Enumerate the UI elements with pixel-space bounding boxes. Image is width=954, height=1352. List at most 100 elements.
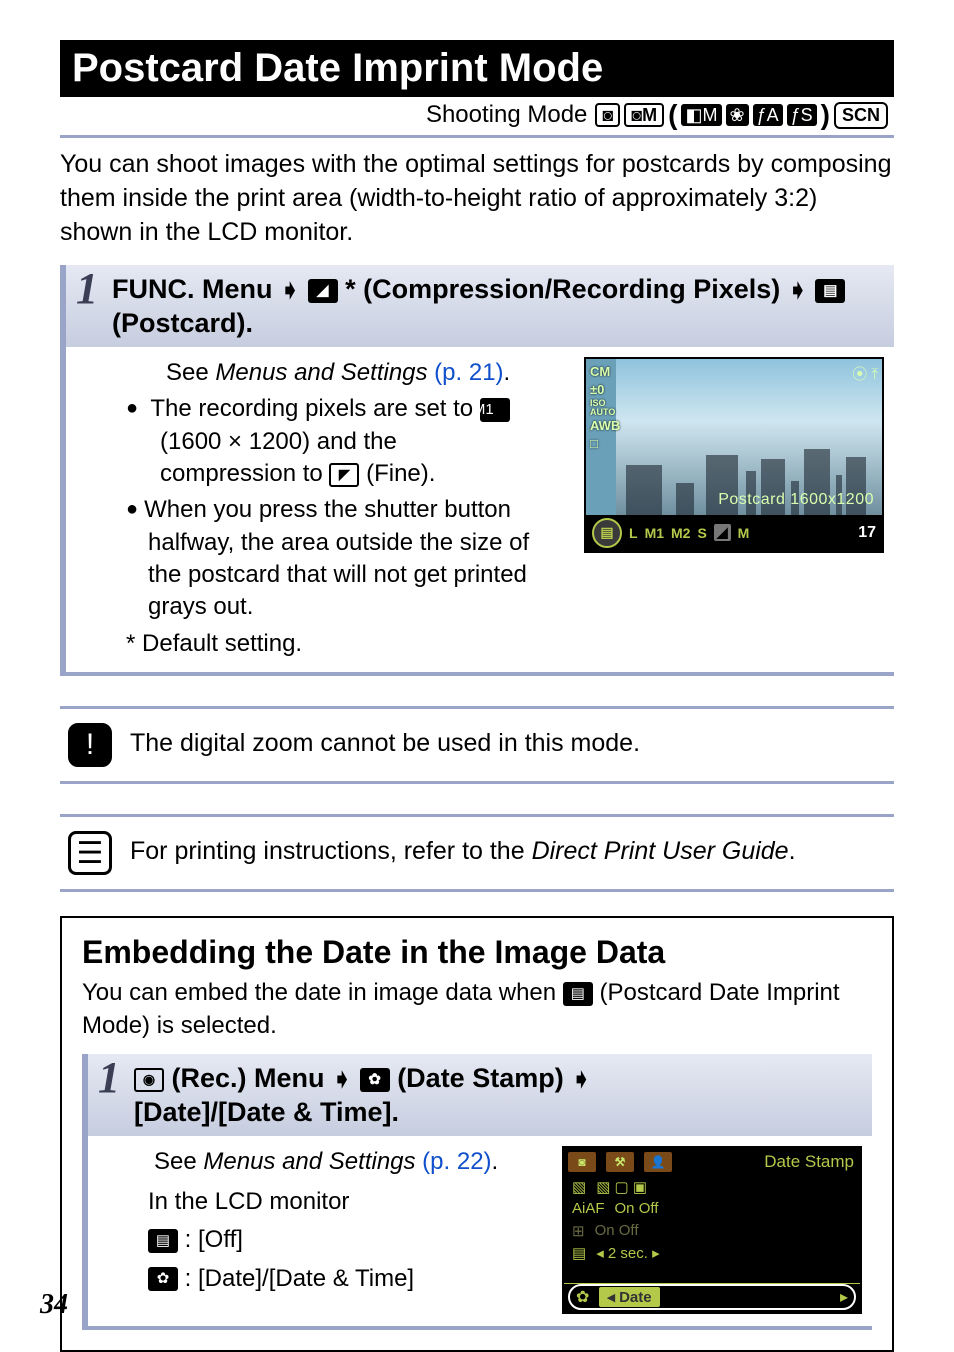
- arrow-icon: ➧: [280, 277, 300, 304]
- lcd-shots-left: 17: [858, 524, 876, 542]
- lcd-left-cm: CM: [590, 363, 620, 381]
- postcard-mode-icon: ▤: [815, 279, 845, 303]
- fine-icon: ◤: [329, 463, 359, 487]
- note-callout: ☰ For printing instructions, refer to th…: [60, 814, 894, 892]
- step1-title-mid: * (Compression/Recording Pixels): [345, 274, 788, 304]
- paren-close-icon: ): [821, 101, 830, 129]
- lcd-postcard-label: Postcard 1600x1200: [718, 491, 874, 509]
- date-stamp-icon: ✿: [148, 1267, 178, 1291]
- lcd-intro: In the LCD monitor: [148, 1186, 546, 1218]
- menu-row-0: ▧ ▧ ▢ ▣: [568, 1176, 856, 1198]
- sub-step-1-header: 1 ◉ (Rec.) Menu ➧ ✿ (Date Stamp) ➧ [Date…: [88, 1054, 872, 1136]
- lcd-left-ev: ±0: [590, 381, 620, 399]
- page-title: Postcard Date Imprint Mode: [60, 40, 894, 97]
- page-number: 34: [40, 1289, 68, 1321]
- bullet1-line3: compression to ◤ (Fine).: [126, 458, 568, 490]
- step1-title-post: (Postcard).: [112, 308, 253, 338]
- lcd-size-l: L: [629, 525, 638, 541]
- row-opts: ▧ ▢ ▣: [596, 1178, 647, 1196]
- menu-title: Date Stamp: [764, 1152, 854, 1172]
- lcd-left-icons: CM ±0 ISOAUTO AWB □: [590, 363, 620, 453]
- see-prefix: See: [166, 359, 215, 386]
- sub-step-1-title: ◉ (Rec.) Menu ➧ ✿ (Date Stamp) ➧ [Date]/…: [134, 1056, 591, 1130]
- compression-icon: ◢: [308, 279, 338, 303]
- warning-callout: ! The digital zoom cannot be used in thi…: [60, 706, 894, 784]
- on-row: ✿ : [Date]/[Date & Time]: [148, 1263, 546, 1295]
- tab-setup-icon: ⚒: [606, 1152, 634, 1172]
- mode-tulip-icon: ❀: [726, 104, 749, 126]
- off-label: : [Off]: [185, 1226, 243, 1253]
- sub-intro-pre: You can embed the date in image data whe…: [82, 979, 563, 1006]
- off-row: ▤ : [Off]: [148, 1224, 546, 1256]
- menu-tabs: ◙ ⚒ 👤: [568, 1152, 672, 1172]
- note-italic: Direct Print User Guide: [532, 837, 789, 865]
- warning-text: The digital zoom cannot be used in this …: [130, 723, 886, 761]
- highlight-arrow-icon: ▸: [840, 1287, 848, 1307]
- lcd-size-s: S: [697, 525, 706, 541]
- paren-open-icon: (: [668, 101, 677, 129]
- menu-highlight-row: ✿ ◂ Date ▸: [568, 1284, 856, 1310]
- row-opts: ◂ 2 sec. ▸: [596, 1244, 659, 1262]
- lcd-right-icons: ⦿ ⤒: [852, 363, 878, 384]
- menu-row-1: AiAF On Off: [568, 1198, 856, 1220]
- sub-step-1: 1 ◉ (Rec.) Menu ➧ ✿ (Date Stamp) ➧ [Date…: [82, 1054, 872, 1330]
- mode-scn-icon: SCN: [834, 102, 888, 129]
- on-label: : [Date]/[Date & Time]: [185, 1265, 414, 1292]
- sub-see-italic: Menus and Settings: [203, 1148, 415, 1175]
- sub-step-1-body: See Menus and Settings (p. 22). In the L…: [88, 1136, 872, 1314]
- lcd-left-shape: □: [590, 435, 620, 453]
- note-icon: ☰: [68, 831, 112, 875]
- mode-cm-icon: ◧M: [681, 104, 721, 126]
- row-icon: ▤: [572, 1244, 586, 1262]
- lcd-size-m: M: [738, 525, 750, 541]
- step-1: 1 FUNC. Menu ➧ ◢ * (Compression/Recordin…: [60, 265, 894, 676]
- m1-icon: M1: [480, 398, 510, 422]
- step-number: 1: [76, 267, 98, 311]
- bullet1-line2: (1600 × 1200) and the: [126, 426, 568, 458]
- mode-fast-s-icon: ƒS: [787, 104, 817, 126]
- bullet1-line3-pre: compression to: [160, 460, 329, 487]
- step-1-body: See Menus and Settings (p. 21). The reco…: [66, 347, 894, 661]
- lcd-left-iso: ISOAUTO: [590, 399, 620, 417]
- warning-icon: !: [68, 723, 112, 767]
- row-opts: On Off: [615, 1200, 659, 1217]
- step1-title-pre: FUNC. Menu: [112, 274, 272, 304]
- see-italic: Menus and Settings: [215, 359, 427, 386]
- sub-step-1-text-col: See Menus and Settings (p. 22). In the L…: [148, 1146, 546, 1314]
- step-number: 1: [98, 1056, 120, 1100]
- arrow-icon: ➧: [788, 277, 808, 304]
- arrow-icon: ➧: [332, 1066, 352, 1093]
- see-menus-line: See Menus and Settings (p. 21).: [126, 357, 568, 389]
- rec-menu-icon: ◉: [134, 1068, 164, 1092]
- rec-menu-screenshot: ◙ ⚒ 👤 Date Stamp ▧ ▧ ▢ ▣ AiAF On Off: [562, 1146, 862, 1314]
- camera-m-icon: ◙M: [624, 103, 664, 127]
- date-stamp-icon: ✿: [360, 1068, 390, 1092]
- shooting-mode-label: Shooting Mode: [426, 101, 587, 129]
- note-text: For printing instructions, refer to the …: [130, 831, 886, 869]
- sub-title-rec: (Rec.) Menu: [172, 1063, 325, 1093]
- sub-see-link: (p. 22): [416, 1148, 492, 1175]
- tab-mycamera-icon: 👤: [644, 1152, 672, 1172]
- menu-row-2: ⊞ On Off: [568, 1220, 856, 1242]
- step-1-text-col: See Menus and Settings (p. 21). The reco…: [126, 357, 568, 661]
- menu-rows: ▧ ▧ ▢ ▣ AiAF On Off ⊞ On Off ▤: [568, 1176, 856, 1284]
- lcd-left-awb: AWB: [590, 417, 620, 435]
- row-opts: On Off: [595, 1222, 639, 1239]
- see-suffix: .: [504, 359, 511, 386]
- row-icon: AiAF: [572, 1200, 605, 1217]
- bullet1-line3-post: (Fine).: [366, 460, 435, 487]
- lcd-size-m2: M2: [671, 525, 690, 541]
- embedding-date-section: Embedding the Date in the Image Data You…: [60, 916, 894, 1351]
- lcd-size-m1: M1: [645, 525, 664, 541]
- bullet1-pre: The recording pixels are set to: [150, 395, 480, 422]
- highlight-value: ◂ Date: [599, 1287, 659, 1307]
- step-1-title: FUNC. Menu ➧ ◢ * (Compression/Recording …: [112, 267, 884, 341]
- row-icon: ⊞: [572, 1222, 585, 1240]
- camera-lcd-screenshot: CM ±0 ISOAUTO AWB □ ⦿ ⤒ Postcard 1600x12…: [584, 357, 884, 553]
- sub-see-line: See Menus and Settings (p. 22).: [148, 1146, 546, 1178]
- sub-see-prefix: See: [154, 1148, 203, 1175]
- bullet-1: The recording pixels are set to M1: [126, 393, 568, 425]
- bullet-2: When you press the shutter button halfwa…: [126, 494, 568, 624]
- camera-icon: ◙: [595, 103, 620, 127]
- sub-title-opts: [Date]/[Date & Time].: [134, 1097, 399, 1127]
